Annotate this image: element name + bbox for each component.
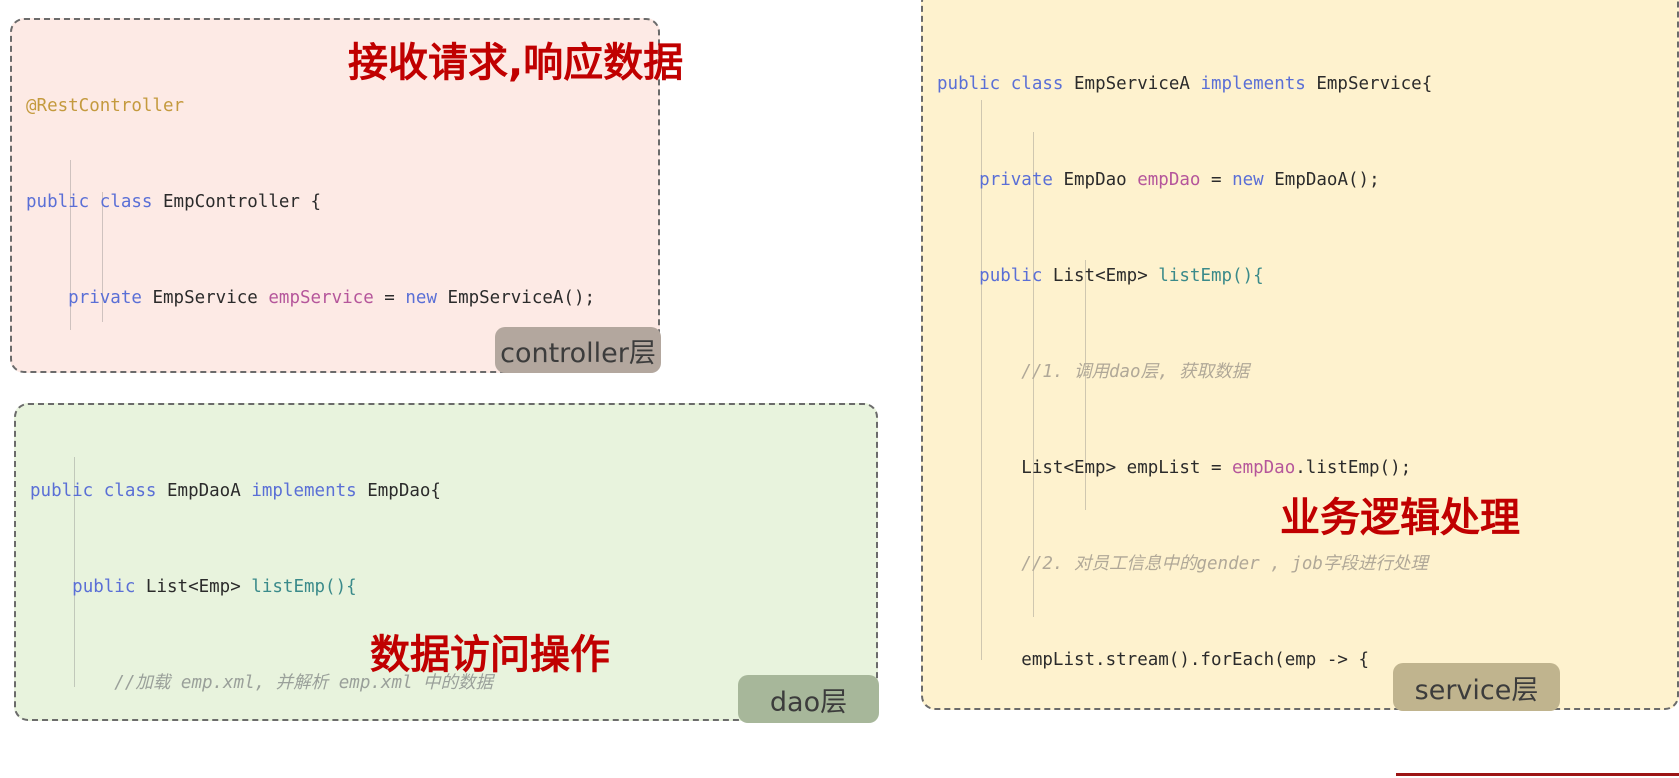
kw-class: class [99, 192, 153, 212]
call-listemp: .listEmp(); [1295, 458, 1412, 478]
code-line: List<Emp> empList = empDao.listEmp(); [937, 452, 1432, 484]
kw-new: new [405, 288, 437, 308]
code-line: public class EmpController { [26, 186, 595, 218]
comment-call-dao: //1. 调用dao层, 获取数据 [1021, 362, 1250, 382]
type-empdao: EmpDao{ [367, 481, 441, 501]
type-empdaoa: EmpDaoA [167, 481, 241, 501]
code-line: private EmpService empService = new EmpS… [26, 282, 595, 314]
kw-public: public [72, 577, 136, 597]
code-line: //1. 调用dao层, 获取数据 [937, 356, 1432, 388]
annotation-rest-controller: @RestController [26, 96, 185, 116]
bottom-underline [1396, 773, 1679, 776]
service-layer-badge: service层 [1393, 663, 1560, 711]
type-empdao: EmpDao [1063, 170, 1127, 190]
field-empdao: empDao [1137, 170, 1201, 190]
kw-public: public [26, 192, 90, 212]
decl-emplist: List<Emp> empList = [1021, 458, 1222, 478]
controller-layer-badge: controller层 [495, 327, 661, 373]
type-listemp: List<Emp> [1052, 266, 1148, 286]
kw-new: new [1232, 170, 1264, 190]
op-eq: = [1211, 170, 1222, 190]
type-empservice: EmpService [152, 288, 258, 308]
method-listemp: listEmp(){ [1158, 266, 1264, 286]
kw-public: public [937, 74, 1001, 94]
type-empservice: EmpService{ [1316, 74, 1433, 94]
code-line: private EmpDao empDao = new EmpDaoA(); [937, 164, 1432, 196]
code-line: empList.stream().forEach(emp -> { [937, 644, 1432, 676]
code-line: public List<Emp> listEmp(){ [937, 260, 1432, 292]
service-annotation: 业务逻辑处理 [1280, 495, 1520, 541]
method-listemp: listEmp(){ [251, 577, 357, 597]
ctor-empdaoa: EmpDaoA(); [1274, 170, 1380, 190]
op-eq: = [384, 288, 395, 308]
code-line: public List<Emp> listEmp(){ [30, 571, 725, 603]
kw-public: public [979, 266, 1043, 286]
controller-annotation: 接收请求,响应数据 [348, 40, 684, 86]
code-line: public class EmpDaoA implements EmpDao{ [30, 475, 725, 507]
code-line: //2. 对员工信息中的gender , job字段进行处理 [937, 548, 1432, 580]
code-line: public class EmpServiceA implements EmpS… [937, 68, 1432, 100]
kw-private: private [979, 170, 1053, 190]
kw-class: class [103, 481, 157, 501]
ctor-empservicea: EmpServiceA(); [447, 288, 596, 308]
dao-layer-badge: dao层 [738, 675, 879, 723]
kw-private: private [68, 288, 142, 308]
service-code-panel: public class EmpServiceA implements EmpS… [921, 0, 1679, 710]
field-empservice: empService [268, 288, 374, 308]
field-ref-empdao: empDao [1232, 458, 1296, 478]
code-line: @RestController [26, 90, 595, 122]
type-empcontroller: EmpController { [163, 192, 322, 212]
kw-class: class [1010, 74, 1064, 94]
kw-public: public [30, 481, 94, 501]
type-listemp: List<Emp> [145, 577, 241, 597]
kw-implements: implements [251, 481, 357, 501]
comment-process-fields: //2. 对员工信息中的gender , job字段进行处理 [1021, 554, 1428, 574]
stream-foreach: empList.stream().forEach(emp -> { [1021, 650, 1369, 670]
service-code: public class EmpServiceA implements EmpS… [937, 4, 1432, 708]
kw-implements: implements [1200, 74, 1306, 94]
dao-annotation: 数据访问操作 [370, 632, 610, 678]
type-empservicea: EmpServiceA [1074, 74, 1190, 94]
